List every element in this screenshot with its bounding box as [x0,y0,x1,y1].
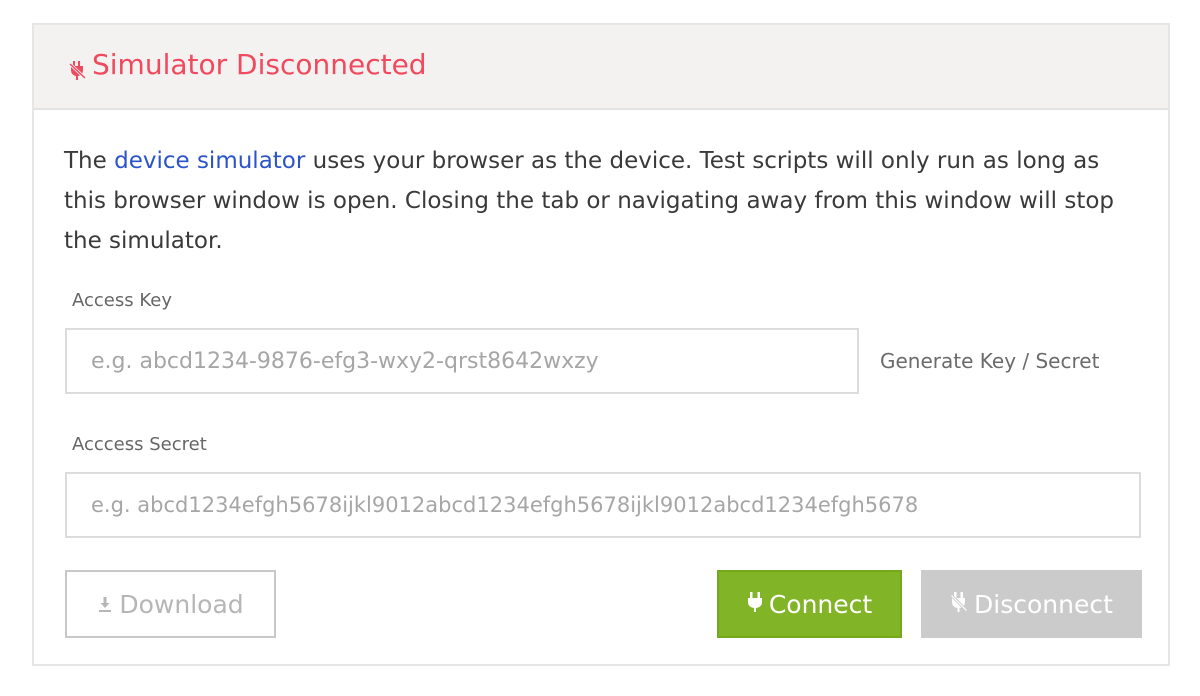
disconnect-button[interactable]: Disconnect [921,570,1142,638]
panel-title: Simulator Disconnected [67,45,427,85]
panel-title-text: Simulator Disconnected [92,48,427,81]
panel-header: Simulator Disconnected [34,25,1168,110]
access-key-label: Access Key [72,290,172,311]
download-icon [97,590,113,619]
description-text-start: The [64,148,115,174]
connect-button-label: Connect [768,589,873,619]
unplugged-icon [67,53,88,81]
description: The device simulator uses your browser a… [64,141,1124,261]
plug-icon [747,590,763,619]
access-key-input[interactable] [65,328,859,394]
download-button-label: Download [119,589,244,619]
unplugged-icon [949,590,969,619]
device-simulator-link[interactable]: device simulator [114,148,305,174]
disconnect-button-label: Disconnect [974,589,1113,619]
access-secret-input[interactable] [65,472,1141,538]
download-button[interactable]: Download [65,570,276,638]
connect-button[interactable]: Connect [717,570,902,638]
simulator-panel: Simulator Disconnected The device simula… [32,23,1170,666]
generate-key-secret-link[interactable]: Generate Key / Secret [880,347,1099,375]
access-secret-label: Acccess Secret [72,434,207,455]
